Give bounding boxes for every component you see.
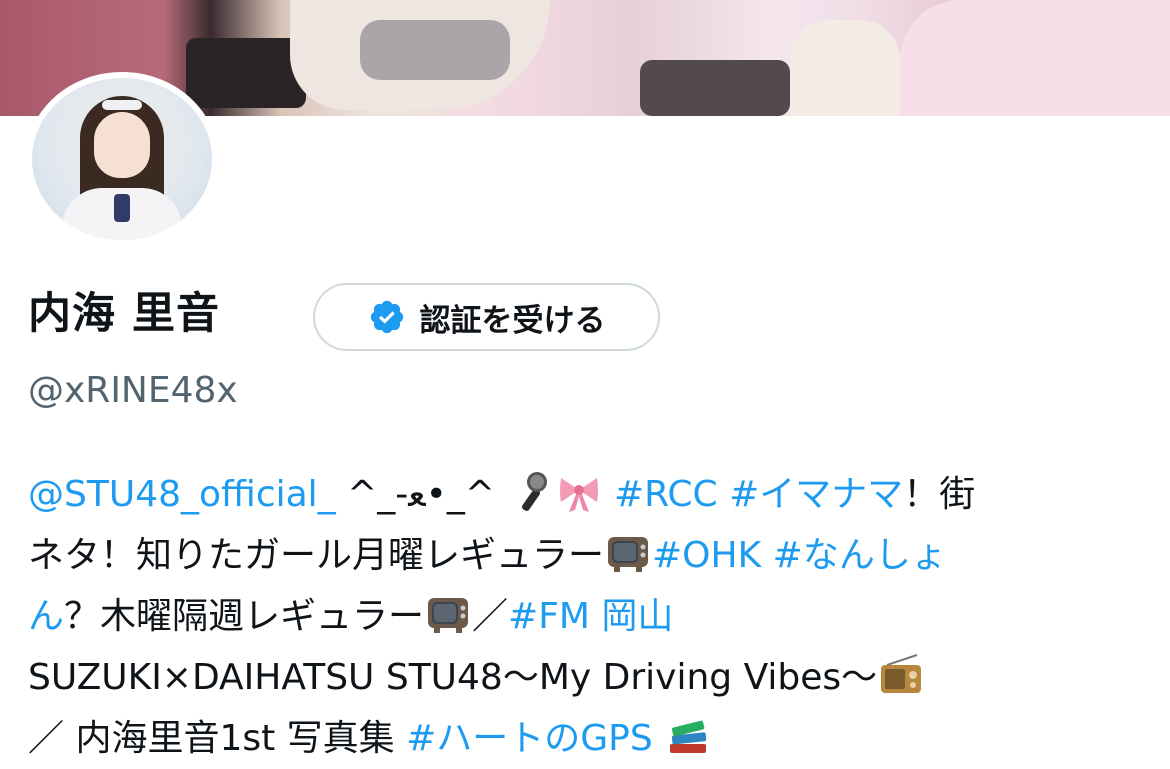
hashtag-rcc[interactable]: #RCC: [614, 474, 718, 515]
hashtag-imanama[interactable]: #イマナマ: [729, 474, 903, 515]
get-verified-button[interactable]: 認証を受ける: [313, 283, 660, 351]
hashtag-fm-okayama[interactable]: #FM 岡山: [508, 596, 673, 637]
bio-text-2: ネタ！知りたガール月曜レギュラー: [28, 535, 605, 576]
kaomoji-text: ^_-ﻌ•_^: [335, 474, 496, 515]
bio-line-2: ネタ！知りたガール月曜レギュラー #OHK #なんしょ: [28, 525, 1138, 586]
display-name: 内海 里音: [28, 289, 220, 339]
ribbon-emoji-icon: [559, 478, 598, 512]
mention-link[interactable]: @STU48_official_: [28, 474, 336, 515]
bio-text-3: ？木曜隔週レギュラー: [64, 596, 425, 637]
profile-bio: @STU48_official_ ^_-ﻌ•_^ #RCC #イマナマ！街 ネタ…: [28, 464, 1138, 769]
hashtag-ohk[interactable]: #OHK: [652, 535, 761, 576]
verified-badge-icon: [370, 300, 403, 334]
bio-text-1: ！街: [903, 474, 976, 515]
books-emoji-icon: [670, 720, 707, 753]
hashtag-heart-gps[interactable]: #ハートのGPS: [406, 718, 653, 759]
profile-avatar[interactable]: [26, 72, 218, 246]
user-handle: @xRINE48x: [28, 370, 238, 411]
microphone-emoji-icon: [521, 472, 547, 511]
radio-emoji-icon: [881, 654, 922, 693]
hashtag-nanshon-cont[interactable]: ん: [28, 596, 64, 637]
bio-line-1: @STU48_official_ ^_-ﻌ•_^ #RCC #イマナマ！街: [28, 464, 1138, 525]
bio-line-4: SUZUKI×DAIHATSU STU48〜My Driving Vibes〜: [28, 647, 1138, 708]
bio-line-3: ん？木曜隔週レギュラー ／#FM 岡山: [28, 586, 1138, 647]
bio-text-5: ／ 内海里音1st 写真集: [28, 718, 407, 759]
get-verified-label: 認証を受ける: [419, 302, 606, 339]
tv-emoji-icon: [608, 537, 649, 572]
bio-text-4: SUZUKI×DAIHATSU STU48〜My Driving Vibes〜: [28, 657, 878, 698]
bio-line-5: ／ 内海里音1st 写真集 #ハートのGPS: [28, 708, 1138, 769]
hashtag-nanshon[interactable]: #なんしょ: [773, 535, 947, 576]
tv-emoji-icon: [428, 598, 469, 633]
separator-slash: ／: [472, 596, 509, 637]
